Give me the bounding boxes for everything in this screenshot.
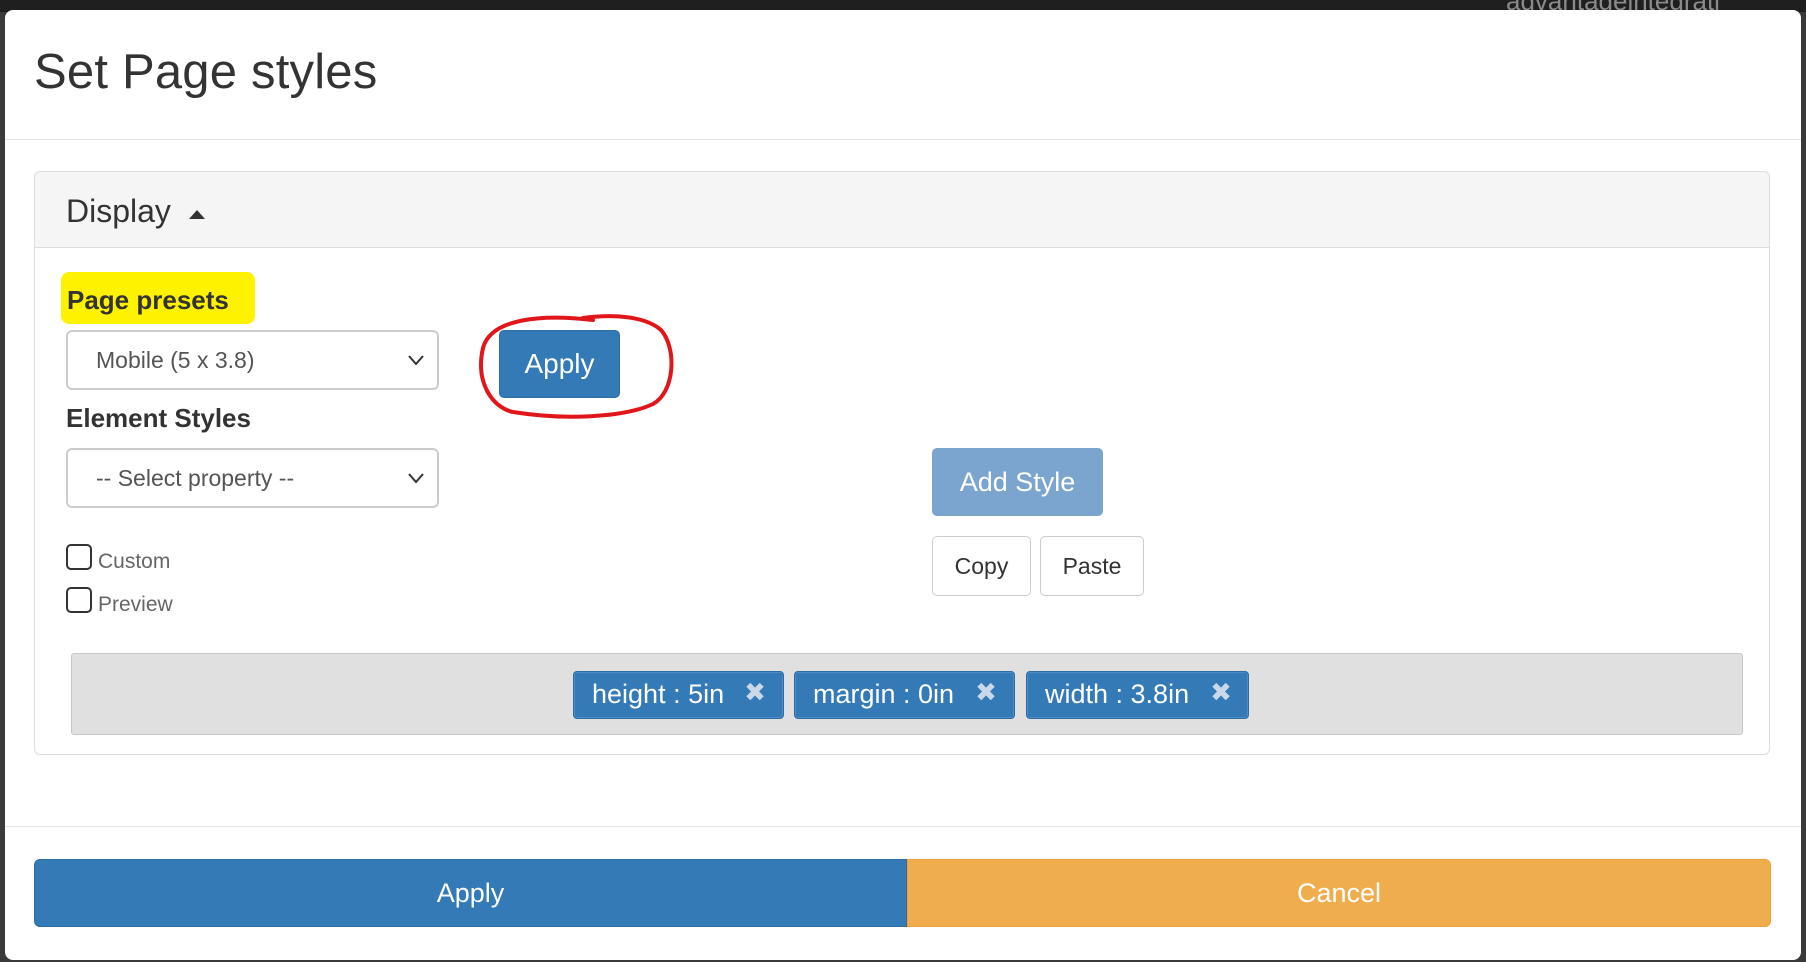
chevron-down-icon (408, 473, 424, 484)
style-chip-margin: margin : 0in ✖ (794, 671, 1015, 719)
element-property-select[interactable]: -- Select property -- (66, 448, 439, 508)
paste-button[interactable]: Paste (1040, 536, 1144, 596)
applied-styles-tray: height : 5in ✖ margin : 0in ✖ width : 3.… (71, 653, 1743, 735)
caret-up-icon (189, 210, 205, 219)
footer-cancel-button[interactable]: Cancel (907, 859, 1771, 927)
apply-preset-button[interactable]: Apply (499, 330, 620, 398)
custom-checkbox[interactable] (66, 544, 92, 570)
remove-chip-icon[interactable]: ✖ (1210, 672, 1232, 716)
page-presets-select[interactable]: Mobile (5 x 3.8) (66, 330, 439, 390)
remove-chip-icon[interactable]: ✖ (744, 672, 766, 716)
page-presets-selected-value: Mobile (5 x 3.8) (96, 347, 255, 373)
preview-checkbox-label: Preview (98, 593, 173, 616)
chevron-down-icon (408, 355, 424, 366)
modal-footer: Apply Cancel (5, 826, 1801, 960)
style-chip-width: width : 3.8in ✖ (1026, 671, 1249, 719)
display-panel-toggle[interactable]: Display (35, 172, 1769, 248)
style-chip-label: width : 3.8in (1045, 679, 1190, 709)
remove-chip-icon[interactable]: ✖ (975, 672, 997, 716)
modal-header: Set Page styles (5, 10, 1801, 140)
background-partial-text: advantageintegrati (1506, 0, 1806, 10)
panel-title: Display (66, 193, 171, 229)
modal-title: Set Page styles (34, 45, 378, 99)
custom-checkbox-label: Custom (98, 550, 171, 573)
add-style-button[interactable]: Add Style (932, 448, 1103, 516)
footer-apply-button[interactable]: Apply (34, 859, 907, 927)
style-chip-label: height : 5in (592, 679, 725, 709)
copy-button[interactable]: Copy (932, 536, 1031, 596)
style-chip-label: margin : 0in (813, 679, 955, 709)
style-chip-height: height : 5in ✖ (573, 671, 784, 719)
element-property-selected-value: -- Select property -- (96, 465, 295, 491)
preview-checkbox[interactable] (66, 587, 92, 613)
page-presets-label: Page presets (67, 285, 229, 315)
element-styles-label: Element Styles (66, 403, 251, 433)
set-page-styles-modal: Set Page styles Display Page presets Mob… (5, 10, 1801, 960)
